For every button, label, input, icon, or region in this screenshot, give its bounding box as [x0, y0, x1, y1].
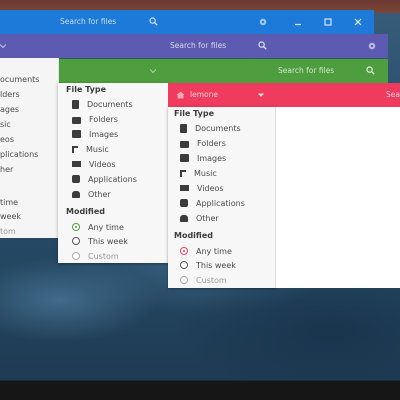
modified-any-time[interactable]: Any time: [72, 221, 124, 233]
modified-heading: Modified: [66, 207, 106, 216]
filter-sidebar: File Type Documents Folders Images Music…: [168, 107, 276, 288]
document-icon: [180, 123, 187, 133]
file-type-applications[interactable]: Applications: [72, 173, 137, 185]
file-type-applications[interactable]: Applications: [180, 197, 245, 209]
folder-icon: [180, 140, 189, 148]
other-icon: [72, 190, 80, 198]
applications-icon: [180, 199, 188, 207]
close-icon[interactable]: [354, 18, 362, 26]
modified-this-week[interactable]: This week: [180, 259, 236, 271]
search-field[interactable]: Search for files: [278, 66, 334, 75]
file-type-images[interactable]: ages: [0, 103, 19, 115]
file-type-other[interactable]: Other: [72, 188, 111, 200]
radio-icon[interactable]: [72, 252, 80, 260]
video-icon: [72, 161, 81, 167]
modified-this-week[interactable]: week: [0, 210, 21, 222]
radio-selected-icon[interactable]: [72, 223, 80, 231]
home-icon: [176, 91, 185, 99]
clipped-sidebar: ocuments lders ages sic eos plications h…: [0, 58, 59, 238]
pink-search-window: lemone Sea: [168, 83, 400, 107]
music-icon: [180, 169, 186, 177]
purple-search-window: Search for files: [0, 34, 388, 58]
file-type-documents[interactable]: Documents: [180, 122, 241, 134]
file-type-other[interactable]: her: [0, 163, 13, 175]
modified-custom[interactable]: Custom: [72, 250, 119, 262]
chevron-down-icon[interactable]: [0, 43, 6, 49]
gear-icon[interactable]: [367, 41, 377, 51]
chevron-down-icon[interactable]: [150, 68, 156, 74]
bottom-panel: [0, 381, 400, 400]
file-type-images[interactable]: Images: [180, 152, 226, 164]
music-icon: [72, 145, 78, 153]
file-type-documents[interactable]: Documents: [72, 98, 133, 110]
file-type-videos[interactable]: Videos: [72, 158, 116, 170]
modified-heading: Modified: [174, 231, 214, 240]
modified-any-time[interactable]: Any time: [180, 245, 232, 257]
file-type-videos[interactable]: eos: [0, 133, 14, 145]
other-icon: [180, 214, 188, 222]
search-field[interactable]: Search for files: [60, 17, 116, 26]
file-type-folders[interactable]: Folders: [180, 137, 226, 149]
file-type-folders[interactable]: lders: [0, 88, 20, 100]
video-icon: [180, 185, 189, 191]
file-type-music[interactable]: Music: [72, 143, 109, 155]
radio-icon[interactable]: [180, 261, 188, 269]
file-type-heading: File Type: [66, 85, 107, 94]
gear-icon[interactable]: [258, 17, 268, 27]
modified-custom[interactable]: tom: [0, 225, 16, 237]
filter-sidebar: File Type Documents Folders Images Music…: [58, 83, 169, 263]
file-type-music[interactable]: sic: [0, 118, 11, 130]
radio-icon[interactable]: [180, 276, 188, 284]
file-type-music[interactable]: Music: [180, 167, 217, 179]
blue-search-window: Search for files: [0, 10, 374, 34]
image-icon: [72, 130, 81, 138]
modified-any-time[interactable]: time: [0, 196, 18, 208]
folder-icon: [72, 116, 81, 124]
file-type-videos[interactable]: Videos: [180, 182, 224, 194]
file-type-folders[interactable]: Folders: [72, 113, 118, 125]
maximize-icon[interactable]: [324, 18, 332, 26]
applications-icon: [72, 175, 80, 183]
file-type-applications[interactable]: plications: [0, 148, 38, 160]
radio-icon[interactable]: [72, 237, 80, 245]
search-icon[interactable]: [258, 41, 267, 50]
file-type-other[interactable]: Other: [180, 212, 219, 224]
modified-custom[interactable]: Custom: [180, 274, 227, 286]
chevron-down-icon[interactable]: [258, 93, 264, 98]
file-type-documents[interactable]: ocuments: [0, 73, 39, 85]
modified-this-week[interactable]: This week: [72, 235, 128, 247]
image-icon: [180, 154, 189, 162]
search-icon[interactable]: [149, 17, 158, 26]
radio-selected-icon[interactable]: [180, 247, 188, 255]
location-label[interactable]: lemone: [190, 90, 218, 99]
search-icon[interactable]: [366, 66, 375, 75]
document-icon: [72, 99, 79, 109]
file-type-images[interactable]: Images: [72, 128, 118, 140]
search-field[interactable]: Search for files: [170, 41, 226, 50]
search-field[interactable]: Sea: [386, 90, 400, 99]
green-search-window: Search for files: [58, 59, 388, 83]
file-type-heading: File Type: [174, 109, 215, 118]
results-area: [276, 107, 400, 288]
minimize-icon[interactable]: [294, 18, 302, 26]
